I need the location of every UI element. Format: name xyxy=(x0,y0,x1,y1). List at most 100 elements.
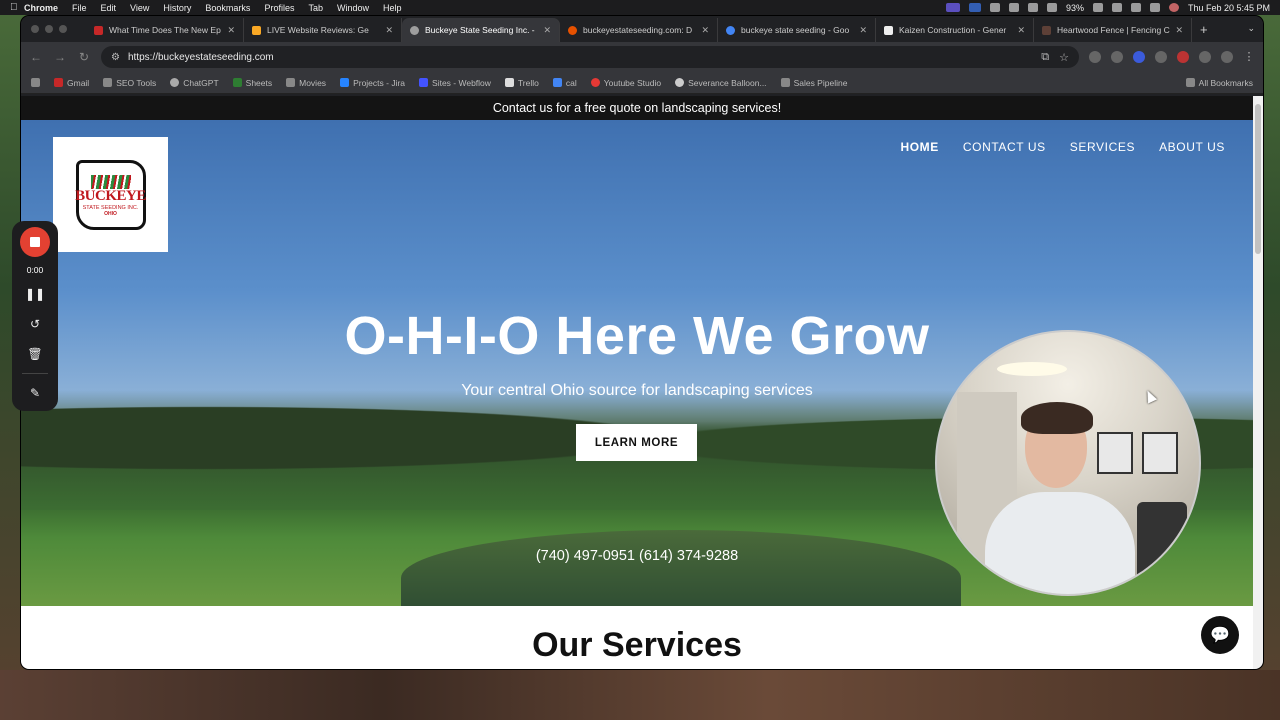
bookmark-seo-tools[interactable]: SEO Tools xyxy=(103,78,156,88)
url-text[interactable]: https://buckeyestateseeding.com xyxy=(128,52,274,63)
bookmark-star-icon[interactable]: ☆ xyxy=(1059,51,1069,64)
all-bookmarks[interactable]: All Bookmarks xyxy=(1185,78,1253,88)
gmail-icon xyxy=(54,78,63,87)
stop-recording-button[interactable] xyxy=(20,227,50,257)
close-icon[interactable]: ✕ xyxy=(385,25,393,36)
bookmark-gmail[interactable]: Gmail xyxy=(54,78,89,88)
settings-icon[interactable] xyxy=(1008,3,1019,12)
bookmark-cal[interactable]: cal xyxy=(552,78,577,88)
menu-tab[interactable]: Tab xyxy=(308,3,323,13)
bookmark-sites-webflow[interactable]: Sites - Webflow xyxy=(419,78,491,88)
close-icon[interactable]: ✕ xyxy=(543,25,551,36)
red-extension-icon[interactable] xyxy=(1177,51,1189,63)
site-logo[interactable]: BUCKEYE STATE SEEDING INC. OHIO xyxy=(53,137,168,252)
tab-6[interactable]: Heartwood Fence | Fencing C ✕ xyxy=(1034,18,1192,42)
battery-icon[interactable] xyxy=(1092,3,1103,12)
wifi-icon[interactable] xyxy=(1111,3,1122,12)
bookmark-sales-pipeline[interactable]: Sales Pipeline xyxy=(780,78,847,88)
tab-0[interactable]: What Time Does The New Ep ✕ xyxy=(86,18,244,42)
bookmark-movies[interactable]: Movies xyxy=(286,78,326,88)
apple-icon[interactable]:  xyxy=(10,2,24,13)
close-icon[interactable]: ✕ xyxy=(701,25,709,36)
tab-1[interactable]: LIVE Website Reviews: Ge ✕ xyxy=(244,18,402,42)
close-window-button[interactable] xyxy=(31,25,39,33)
menu-window[interactable]: Window xyxy=(337,3,369,13)
zoom-icon[interactable] xyxy=(968,3,981,12)
minimize-window-button[interactable] xyxy=(45,25,53,33)
blue-extension-icon[interactable] xyxy=(1133,51,1145,63)
tab-label: What Time Does The New Ep xyxy=(109,25,221,35)
menu-file[interactable]: File xyxy=(72,3,87,13)
close-icon[interactable]: ✕ xyxy=(227,25,235,36)
cloud-extension-icon[interactable] xyxy=(1155,51,1167,63)
new-tab-plus-icon[interactable]: + xyxy=(1192,18,1216,42)
logo-state: OHIO xyxy=(104,211,117,217)
tab-4[interactable]: buckeye state seeding - Goo ✕ xyxy=(718,18,876,42)
ohio-outline-icon: BUCKEYE STATE SEEDING INC. OHIO xyxy=(75,159,146,230)
close-icon[interactable]: ✕ xyxy=(1017,25,1025,36)
site-info-icon[interactable]: ⚙ xyxy=(111,52,120,63)
nav-contact-us[interactable]: CONTACT US xyxy=(963,140,1046,154)
page-scrollbar[interactable] xyxy=(1253,96,1263,669)
hashtag-extension-icon[interactable] xyxy=(1089,51,1101,63)
mic-extension-icon[interactable] xyxy=(1111,51,1123,63)
wall-frame xyxy=(1142,432,1178,474)
play-icon[interactable] xyxy=(1046,3,1057,12)
menu-profiles[interactable]: Profiles xyxy=(264,3,294,13)
profile-avatar-icon[interactable] xyxy=(1221,51,1233,63)
star-favicon-icon xyxy=(252,25,261,35)
bookmark-severance-balloon[interactable]: Severance Balloon... xyxy=(675,78,767,88)
menu-app-chrome[interactable]: Chrome xyxy=(24,3,58,13)
trash-icon[interactable]: 🗑 xyxy=(27,343,42,365)
nav-home[interactable]: HOME xyxy=(900,140,938,154)
puzzle-extensions-icon[interactable] xyxy=(1199,51,1211,63)
pause-icon[interactable]: ❚❚ xyxy=(25,283,45,305)
learn-more-button[interactable]: LEARN MORE xyxy=(576,424,697,461)
tab-2-active[interactable]: Buckeye State Seeding Inc. - ✕ xyxy=(402,18,560,42)
tab-search-chevron-icon[interactable]: ⌄ xyxy=(1247,23,1255,34)
hero-background-pond xyxy=(401,530,961,606)
bookmark-chatgpt[interactable]: ChatGPT xyxy=(170,78,219,88)
menu-help[interactable]: Help xyxy=(383,3,402,13)
reload-icon[interactable]: ↻ xyxy=(77,50,91,64)
install-app-icon[interactable]: ⧉ xyxy=(1041,51,1049,64)
recorder-divider xyxy=(22,373,48,374)
youtube-favicon-icon xyxy=(94,25,103,35)
tab-3[interactable]: buckeyestateseeding.com: D ✕ xyxy=(560,18,718,42)
back-arrow-icon[interactable]: ← xyxy=(29,50,43,64)
menu-history[interactable]: History xyxy=(163,3,191,13)
menu-view[interactable]: View xyxy=(130,3,149,13)
chat-widget-icon[interactable]: 💬 xyxy=(1201,616,1239,654)
screen-share-icon[interactable] xyxy=(945,3,960,12)
control-center-icon[interactable] xyxy=(1149,3,1160,12)
siri-icon[interactable] xyxy=(1168,3,1179,12)
bookmark-projects-jira[interactable]: Projects - Jira xyxy=(340,78,405,88)
webcam-bubble[interactable] xyxy=(935,330,1201,596)
maximize-window-button[interactable] xyxy=(59,25,67,33)
tab-label: buckeye state seeding - Goo xyxy=(741,25,850,35)
kebab-menu-icon[interactable]: ⋮ xyxy=(1243,51,1255,63)
search-icon[interactable] xyxy=(1130,3,1141,12)
pen-icon[interactable]: ✎ xyxy=(30,382,40,404)
balloon-icon xyxy=(675,78,685,87)
headphones-icon[interactable] xyxy=(1027,3,1038,12)
bookmark-trello[interactable]: Trello xyxy=(504,78,539,88)
address-bar[interactable]: ⚙ https://buckeyestateseeding.com ⧉ ☆ xyxy=(101,46,1079,68)
bookmark-sheets[interactable]: Sheets xyxy=(232,78,272,88)
window-controls xyxy=(31,25,67,33)
nav-about-us[interactable]: ABOUT US xyxy=(1159,140,1225,154)
menu-bookmarks[interactable]: Bookmarks xyxy=(205,3,250,13)
close-icon[interactable]: ✕ xyxy=(1175,25,1183,36)
bluetooth-icon[interactable] xyxy=(989,3,1000,12)
scrollbar-thumb[interactable] xyxy=(1255,104,1261,254)
tab-5[interactable]: Kaizen Construction - Gener ✕ xyxy=(876,18,1034,42)
announcement-bar: Contact us for a free quote on landscapi… xyxy=(21,96,1253,120)
apps-grid-icon[interactable] xyxy=(31,78,40,87)
close-icon[interactable]: ✕ xyxy=(859,25,867,36)
macos-menubar:  Chrome File Edit View History Bookmark… xyxy=(0,0,1280,15)
nav-services[interactable]: SERVICES xyxy=(1070,140,1135,154)
bookmark-youtube-studio[interactable]: Youtube Studio xyxy=(590,78,661,88)
restart-icon[interactable]: ↺ xyxy=(30,313,40,335)
forward-arrow-icon[interactable]: → xyxy=(53,50,67,64)
menu-edit[interactable]: Edit xyxy=(101,3,117,13)
